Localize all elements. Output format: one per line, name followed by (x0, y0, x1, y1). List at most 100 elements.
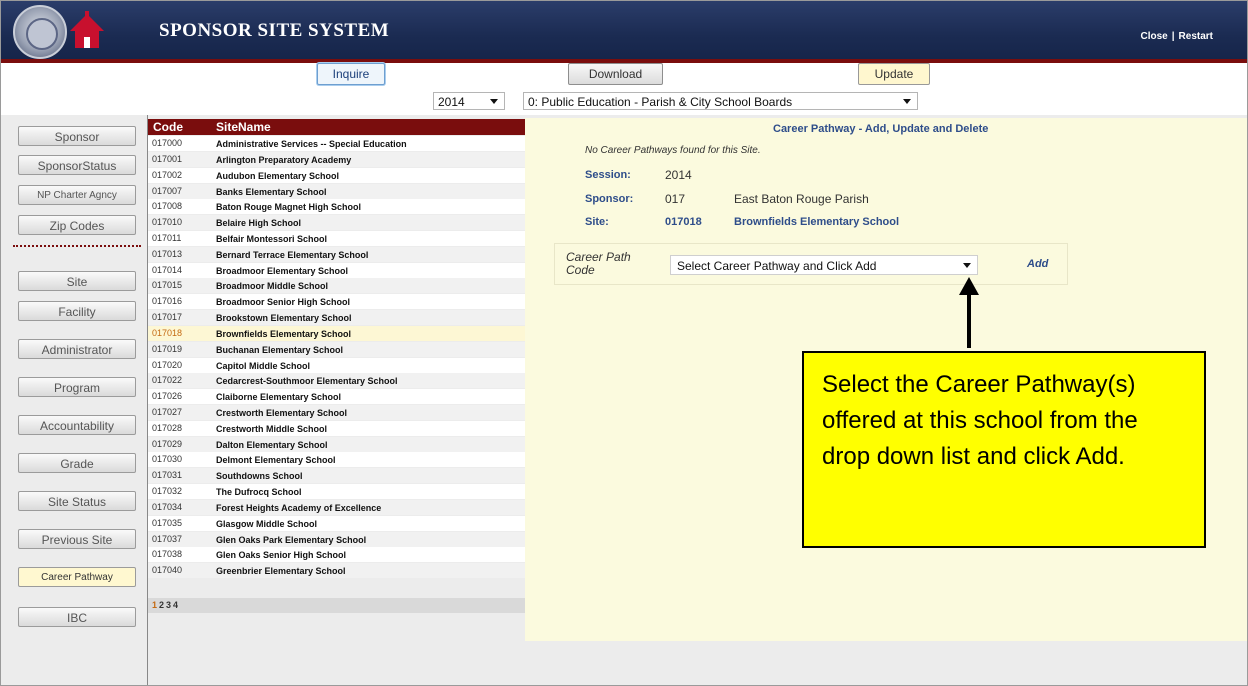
site-name-cell[interactable]: Capitol Middle School (216, 361, 310, 371)
site-code-cell[interactable]: 017032 (152, 486, 182, 496)
table-row[interactable]: 017017 Brookstown Elementary School (148, 310, 525, 325)
download-button[interactable]: Download (568, 63, 663, 85)
site-code-cell[interactable]: 017029 (152, 439, 182, 449)
site-code-cell[interactable]: 017020 (152, 360, 182, 370)
site-name-cell[interactable]: Crestworth Elementary School (216, 408, 347, 418)
restart-link[interactable]: Restart (1179, 31, 1213, 42)
page-link[interactable]: 3 (166, 600, 171, 610)
site-name-cell[interactable]: Glen Oaks Senior High School (216, 550, 346, 560)
site-code-cell[interactable]: 017040 (152, 565, 182, 575)
site-name-cell[interactable]: Cedarcrest-Southmoor Elementary School (216, 376, 398, 386)
site-code-cell[interactable]: 017031 (152, 470, 182, 480)
site-code-cell[interactable]: 017014 (152, 265, 182, 275)
column-header-sitename[interactable]: SiteName (216, 120, 271, 134)
table-row[interactable]: 017020 Capitol Middle School (148, 357, 525, 373)
table-row[interactable]: 017026 Claiborne Elementary School (148, 389, 525, 405)
site-code-cell[interactable]: 017030 (152, 454, 182, 464)
site-name-cell[interactable]: Southdowns School (216, 471, 303, 481)
table-row[interactable]: 017016 Broadmoor Senior High School (148, 294, 525, 310)
site-code-cell[interactable]: 017017 (152, 312, 182, 322)
site-name-cell[interactable]: Broadmoor Senior High School (216, 297, 350, 307)
table-row[interactable]: 017028 Crestworth Middle School (148, 420, 525, 436)
site-name-cell[interactable]: Administrative Services -- Special Educa… (216, 139, 407, 149)
add-button[interactable]: Add (1027, 258, 1048, 270)
site-name-cell[interactable]: The Dufrocq School (216, 487, 302, 497)
site-name-cell[interactable]: Glasgow Middle School (216, 519, 317, 529)
sidebar-item-program[interactable]: Program (18, 377, 136, 397)
site-code-cell[interactable]: 017016 (152, 296, 182, 306)
site-name-cell[interactable]: Claiborne Elementary School (216, 392, 341, 402)
inquire-button[interactable]: Inquire (317, 63, 385, 85)
page-link[interactable]: 1 (152, 600, 157, 610)
site-code-cell[interactable]: 017028 (152, 423, 182, 433)
site-name-cell[interactable]: Baton Rouge Magnet High School (216, 202, 361, 212)
sidebar-item-administrator[interactable]: Administrator (18, 339, 136, 359)
sidebar-item-accountability[interactable]: Accountability (18, 415, 136, 435)
site-code-cell[interactable]: 017000 (152, 138, 182, 148)
site-code-cell[interactable]: 017018 (152, 328, 182, 338)
sidebar-item-zip-codes[interactable]: Zip Codes (18, 215, 136, 235)
site-code-cell[interactable]: 017019 (152, 344, 182, 354)
site-code-cell[interactable]: 017022 (152, 375, 182, 385)
site-name-cell[interactable]: Forest Heights Academy of Excellence (216, 503, 381, 513)
site-name-cell[interactable]: Banks Elementary School (216, 187, 327, 197)
column-header-code[interactable]: Code (153, 120, 183, 134)
table-row[interactable]: 017018 Brownfields Elementary School (148, 325, 525, 341)
site-name-cell[interactable]: Arlington Preparatory Academy (216, 155, 351, 165)
table-row[interactable]: 017015 Broadmoor Middle School (148, 278, 525, 294)
year-select[interactable]: 2014 (433, 92, 505, 110)
sidebar-item-site[interactable]: Site (18, 271, 136, 291)
table-row[interactable]: 017032 The Dufrocq School (148, 484, 525, 499)
site-code-cell[interactable]: 017010 (152, 217, 182, 227)
site-name-cell[interactable]: Brownfields Elementary School (216, 329, 351, 339)
site-code-cell[interactable]: 017034 (152, 502, 182, 512)
site-name-cell[interactable]: Belaire High School (216, 218, 301, 228)
site-code-cell[interactable]: 017013 (152, 249, 182, 259)
site-name-cell[interactable]: Greenbrier Elementary School (216, 566, 346, 576)
table-row[interactable]: 017001 Arlington Preparatory Academy (148, 151, 525, 167)
sidebar-item-sponsor[interactable]: Sponsor (18, 126, 136, 146)
site-name-cell[interactable]: Bernard Terrace Elementary School (216, 250, 368, 260)
site-name-cell[interactable]: Crestworth Middle School (216, 424, 327, 434)
table-row[interactable]: 017029 Dalton Elementary School (148, 436, 525, 452)
table-row[interactable]: 017011 Belfair Montessori School (148, 230, 525, 246)
table-row[interactable]: 017002 Audubon Elementary School (148, 167, 525, 183)
site-name-cell[interactable]: Dalton Elementary School (216, 440, 328, 450)
site-code-cell[interactable]: 017011 (152, 233, 181, 243)
site-name-cell[interactable]: Broadmoor Elementary School (216, 266, 348, 276)
table-row[interactable]: 017008 Baton Rouge Magnet High School (148, 199, 525, 215)
update-button[interactable]: Update (858, 63, 930, 85)
site-code-cell[interactable]: 017037 (152, 534, 182, 544)
sidebar-item-previous-site[interactable]: Previous Site (18, 529, 136, 549)
site-code-cell[interactable]: 017001 (152, 154, 182, 164)
site-code-cell[interactable]: 017027 (152, 407, 182, 417)
site-name-cell[interactable]: Glen Oaks Park Elementary School (216, 535, 366, 545)
sidebar-item-sponsorstatus[interactable]: SponsorStatus (18, 155, 136, 175)
site-name-cell[interactable]: Delmont Elementary School (216, 455, 336, 465)
site-code-cell[interactable]: 017008 (152, 201, 182, 211)
table-row[interactable]: 017022 Cedarcrest-Southmoor Elementary Sc… (148, 373, 525, 389)
table-row[interactable]: 017038 Glen Oaks Senior High School (148, 547, 525, 563)
sidebar-item-grade[interactable]: Grade (18, 453, 136, 473)
table-row[interactable]: 017027 Crestworth Elementary School (148, 404, 525, 420)
table-row[interactable]: 017010 Belaire High School (148, 215, 525, 231)
table-row[interactable]: 017013 Bernard Terrace Elementary School (148, 246, 525, 262)
site-code-cell[interactable]: 017015 (152, 280, 182, 290)
site-name-cell[interactable]: Buchanan Elementary School (216, 345, 343, 355)
site-code-cell[interactable]: 017002 (152, 170, 182, 180)
table-row[interactable]: 017037 Glen Oaks Park Elementary School (148, 531, 525, 547)
sidebar-item-np-charter-agncy[interactable]: NP Charter Agncy (18, 185, 136, 205)
sidebar-item-facility[interactable]: Facility (18, 301, 136, 321)
site-code-cell[interactable]: 017035 (152, 518, 182, 528)
sidebar-item-site-status[interactable]: Site Status (18, 491, 136, 511)
table-row[interactable]: 017007 Banks Elementary School (148, 183, 525, 199)
site-code-cell[interactable]: 017038 (152, 549, 182, 559)
table-row[interactable]: 017030 Delmont Elementary School (148, 452, 525, 468)
table-row[interactable]: 017014 Broadmoor Elementary School (148, 262, 525, 278)
site-name-cell[interactable]: Audubon Elementary School (216, 171, 339, 181)
table-row[interactable]: 017040 Greenbrier Elementary School (148, 563, 525, 579)
sidebar-item-career-pathway[interactable]: Career Pathway (18, 567, 136, 587)
close-link[interactable]: Close (1140, 31, 1167, 42)
site-name-cell[interactable]: Brookstown Elementary School (216, 313, 352, 323)
site-name-cell[interactable]: Broadmoor Middle School (216, 281, 328, 291)
